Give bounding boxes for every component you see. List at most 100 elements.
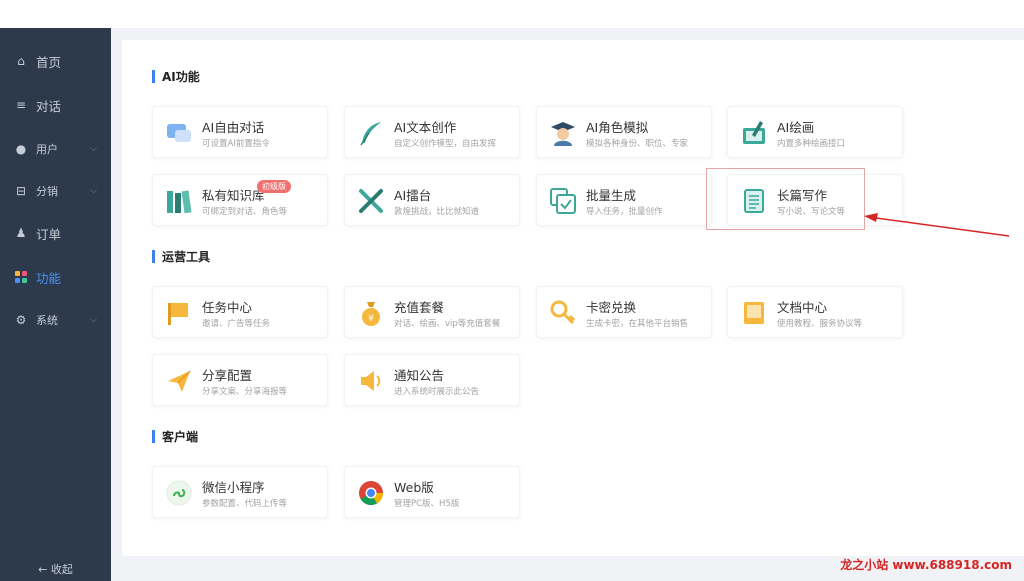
chevron-down-icon: ⌵ — [90, 186, 97, 196]
card-desc: 可设置AI前置指令 — [202, 139, 270, 149]
gear-icon: ⚙ — [15, 313, 27, 327]
sidebar-item-label: 对话 — [36, 98, 62, 114]
highlight-box — [706, 168, 865, 230]
card-title: 私有知识库 — [202, 188, 265, 203]
card-desc: 邀请、广告等任务 — [202, 319, 271, 329]
section-title-client: 客户端 — [152, 428, 198, 444]
card-title: 任务中心 — [202, 300, 253, 315]
card-desc: 参数配置、代码上传等 — [202, 499, 288, 509]
list-icon: ≡ — [15, 98, 27, 112]
graduate-icon — [551, 122, 575, 146]
card-task-center[interactable]: 任务中心 邀请、广告等任务 — [152, 286, 328, 338]
sidebar-item-users[interactable]: ● 用户 ⌵ — [0, 136, 111, 162]
card-ai-role-play[interactable]: AI角色模拟 模拟各种身份、职位、专家 — [536, 106, 712, 158]
books-icon — [167, 190, 192, 214]
card-desc: 管理PC版、H5版 — [394, 499, 460, 509]
card-desc: 导入任务，批量创作 — [586, 207, 663, 217]
card-wechat-mini-program[interactable]: 微信小程序 参数配置、代码上传等 — [152, 466, 328, 518]
section-marker — [152, 249, 155, 263]
card-title: AI绘画 — [777, 120, 815, 135]
card-title: 文档中心 — [777, 300, 828, 315]
version-badge: 初级版 — [257, 180, 291, 193]
flag-icon — [168, 303, 188, 325]
sidebar-item-home[interactable]: ⌂ 首页 — [0, 48, 111, 74]
sidebar-item-label: 用户 — [36, 143, 58, 156]
card-desc: 进入系统时展示此公告 — [394, 387, 480, 397]
watermark: 龙之小站 www.688918.com — [840, 558, 1012, 572]
svg-text:¥: ¥ — [368, 314, 374, 324]
chevron-down-icon: ⌵ — [90, 315, 97, 325]
card-private-knowledge-base[interactable]: 私有知识库 初级版 可绑定到对话、角色等 — [152, 174, 328, 226]
card-recharge-packages[interactable]: ¥ 充值套餐 对话、绘画、vip等充值套餐 — [344, 286, 520, 338]
chevron-down-icon: ⌵ — [90, 144, 97, 154]
home-icon: ⌂ — [17, 54, 25, 68]
feather-icon — [360, 122, 381, 146]
card-title: 卡密兑换 — [586, 300, 637, 315]
sidebar-item-chat[interactable]: ≡ 对话 — [0, 92, 111, 118]
key-icon — [550, 300, 576, 325]
card-title: 微信小程序 — [202, 480, 265, 495]
sidebar-item-label: 首页 — [36, 54, 62, 70]
card-ai-free-chat[interactable]: AI自由对话 可设置AI前置指令 — [152, 106, 328, 158]
sidebar-item-orders[interactable]: ♟ 订单 — [0, 220, 111, 246]
chat-bubble-icon — [167, 124, 191, 142]
card-title: Web版 — [394, 480, 434, 495]
browser-icon — [359, 481, 383, 506]
paper-plane-icon — [168, 370, 191, 392]
card-title: AI自由对话 — [202, 120, 265, 135]
sidebar-item-features[interactable]: 功能 — [0, 264, 111, 290]
section-title-ai: AI功能 — [152, 68, 200, 84]
card-document-center[interactable]: 文档中心 使用教程、服务协议等 — [727, 286, 903, 338]
top-bar — [0, 0, 1024, 28]
money-bag-icon: ¥ — [362, 302, 380, 326]
card-title: AI文本创作 — [394, 120, 457, 135]
sidebar-item-system[interactable]: ⚙ 系统 ⌵ — [0, 307, 111, 333]
section-marker — [152, 429, 155, 443]
collapse-button[interactable]: ← 收起 — [0, 561, 111, 577]
card-share-config[interactable]: 分享配置 分享文案、分享海报等 — [152, 354, 328, 406]
card-desc: 生成卡密，在其他平台销售 — [586, 319, 689, 329]
distribution-icon: ⊟ — [15, 184, 27, 198]
sidebar: ⌂ 首页 ≡ 对话 ● 用户 ⌵ ⊟ 分销 ⌵ ♟ 订单 功能 ⚙ 系统 ⌵ ←… — [0, 28, 111, 581]
card-web-version[interactable]: Web版 管理PC版、H5版 — [344, 466, 520, 518]
apps-icon — [14, 270, 28, 284]
card-desc: 使用教程、服务协议等 — [777, 319, 863, 329]
card-notice[interactable]: 通知公告 进入系统时展示此公告 — [344, 354, 520, 406]
card-desc: 可绑定到对话、角色等 — [202, 207, 288, 217]
card-title: AI角色模拟 — [586, 120, 649, 135]
section-title-ops: 运营工具 — [152, 248, 210, 264]
order-icon: ♟ — [15, 226, 27, 240]
card-title: 通知公告 — [394, 368, 445, 383]
user-icon: ● — [15, 142, 27, 156]
card-desc: 模拟各种身份、职位、专家 — [586, 139, 689, 149]
card-title: 分享配置 — [202, 368, 253, 383]
document-icon — [744, 302, 764, 324]
section-title-text: AI功能 — [162, 69, 200, 84]
sidebar-item-label: 订单 — [36, 226, 62, 242]
sidebar-item-distribution[interactable]: ⊟ 分销 ⌵ — [0, 178, 111, 204]
card-title: 批量生成 — [586, 188, 637, 203]
arrow-annotation — [864, 213, 1010, 237]
card-batch-generation[interactable]: 批量生成 导入任务，批量创作 — [536, 174, 712, 226]
section-marker — [152, 69, 155, 83]
paint-icon — [743, 121, 765, 144]
card-ai-arena[interactable]: AI擂台 敦煌挑战，比比就知道 — [344, 174, 520, 226]
section-title-text: 客户端 — [162, 429, 199, 444]
card-title: 充值套餐 — [394, 300, 445, 315]
sidebar-item-label: 分销 — [36, 185, 58, 198]
card-title: AI擂台 — [394, 188, 432, 203]
sidebar-item-label: 功能 — [36, 270, 62, 286]
card-card-key-redeem[interactable]: 卡密兑换 生成卡密，在其他平台销售 — [536, 286, 712, 338]
sidebar-item-label: 系统 — [36, 314, 58, 327]
mini-program-icon — [166, 480, 192, 506]
batch-check-icon — [550, 188, 576, 214]
card-ai-painting[interactable]: AI绘画 内置多种绘画接口 — [727, 106, 903, 158]
card-ai-text-creation[interactable]: AI文本创作 自定义创作模型，自由发挥 — [344, 106, 520, 158]
card-desc: 内置多种绘画接口 — [777, 139, 846, 149]
card-desc: 敦煌挑战，比比就知道 — [394, 207, 480, 217]
section-title-text: 运营工具 — [162, 249, 211, 264]
card-desc: 对话、绘画、vip等充值套餐 — [394, 319, 501, 329]
swords-icon — [359, 189, 383, 213]
card-desc: 分享文案、分享海报等 — [202, 387, 288, 397]
speaker-icon — [361, 371, 381, 391]
